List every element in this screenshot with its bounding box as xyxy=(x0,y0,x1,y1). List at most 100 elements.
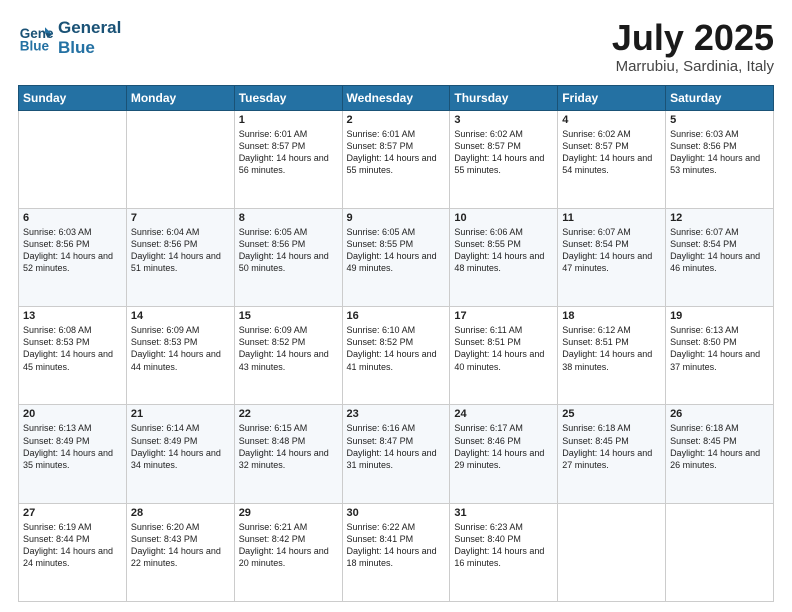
svg-text:Blue: Blue xyxy=(20,38,50,53)
day-number: 7 xyxy=(131,212,230,224)
day-number: 4 xyxy=(562,114,661,126)
day-number: 19 xyxy=(670,310,769,322)
day-number: 21 xyxy=(131,408,230,420)
day-number: 23 xyxy=(347,408,446,420)
weekday-header-friday: Friday xyxy=(558,85,666,110)
logo-blue: Blue xyxy=(58,38,121,58)
cell-content: Sunrise: 6:09 AM Sunset: 8:52 PM Dayligh… xyxy=(239,324,338,373)
logo-general: General xyxy=(58,18,121,38)
calendar-cell xyxy=(666,503,774,601)
day-number: 8 xyxy=(239,212,338,224)
weekday-header-row: SundayMondayTuesdayWednesdayThursdayFrid… xyxy=(19,85,774,110)
weekday-header-tuesday: Tuesday xyxy=(234,85,342,110)
calendar-cell: 22Sunrise: 6:15 AM Sunset: 8:48 PM Dayli… xyxy=(234,405,342,503)
cell-content: Sunrise: 6:05 AM Sunset: 8:56 PM Dayligh… xyxy=(239,226,338,275)
cell-content: Sunrise: 6:13 AM Sunset: 8:50 PM Dayligh… xyxy=(670,324,769,373)
cell-content: Sunrise: 6:22 AM Sunset: 8:41 PM Dayligh… xyxy=(347,521,446,570)
calendar-cell: 16 Sunrise: 6:10 AM Sunset: 8:52 PM Dayli… xyxy=(342,307,450,405)
cell-content: Sunrise: 6:20 AM Sunset: 8:43 PM Dayligh… xyxy=(131,521,230,570)
calendar-cell: 19 Sunrise: 6:13 AM Sunset: 8:50 PM Dayli… xyxy=(666,307,774,405)
subtitle: Marrubiu, Sardinia, Italy xyxy=(612,58,774,75)
day-number: 17 xyxy=(454,310,553,322)
calendar-cell: 7 Sunrise: 6:04 AM Sunset: 8:56 PM Daylig… xyxy=(126,208,234,306)
cell-content: Sunrise: 6:02 AM Sunset: 8:57 PM Dayligh… xyxy=(562,128,661,177)
calendar-cell: 31Sunrise: 6:23 AM Sunset: 8:40 PM Dayli… xyxy=(450,503,558,601)
day-number: 11 xyxy=(562,212,661,224)
title-block: July 2025 Marrubiu, Sardinia, Italy xyxy=(612,18,774,75)
calendar-cell: 1 Sunrise: 6:01 AM Sunset: 8:57 PM Daylig… xyxy=(234,110,342,208)
cell-content: Sunrise: 6:12 AM Sunset: 8:51 PM Dayligh… xyxy=(562,324,661,373)
cell-content: Sunrise: 6:18 AM Sunset: 8:45 PM Dayligh… xyxy=(562,422,661,471)
calendar-cell: 18 Sunrise: 6:12 AM Sunset: 8:51 PM Dayli… xyxy=(558,307,666,405)
cell-content: Sunrise: 6:21 AM Sunset: 8:42 PM Dayligh… xyxy=(239,521,338,570)
day-number: 10 xyxy=(454,212,553,224)
day-number: 29 xyxy=(239,507,338,519)
cell-content: Sunrise: 6:15 AM Sunset: 8:48 PM Dayligh… xyxy=(239,422,338,471)
cell-content: Sunrise: 6:08 AM Sunset: 8:53 PM Dayligh… xyxy=(23,324,122,373)
cell-content: Sunrise: 6:03 AM Sunset: 8:56 PM Dayligh… xyxy=(23,226,122,275)
cell-content: Sunrise: 6:05 AM Sunset: 8:55 PM Dayligh… xyxy=(347,226,446,275)
day-number: 12 xyxy=(670,212,769,224)
day-number: 5 xyxy=(670,114,769,126)
week-row-2: 6 Sunrise: 6:03 AM Sunset: 8:56 PM Daylig… xyxy=(19,208,774,306)
calendar-cell: 15 Sunrise: 6:09 AM Sunset: 8:52 PM Dayli… xyxy=(234,307,342,405)
cell-content: Sunrise: 6:13 AM Sunset: 8:49 PM Dayligh… xyxy=(23,422,122,471)
calendar-cell: 24 Sunrise: 6:17 AM Sunset: 8:46 PM Dayli… xyxy=(450,405,558,503)
calendar-cell: 17 Sunrise: 6:11 AM Sunset: 8:51 PM Dayli… xyxy=(450,307,558,405)
week-row-5: 27 Sunrise: 6:19 AM Sunset: 8:44 PM Dayli… xyxy=(19,503,774,601)
calendar-cell xyxy=(19,110,127,208)
calendar-cell: 12Sunrise: 6:07 AM Sunset: 8:54 PM Dayli… xyxy=(666,208,774,306)
calendar-cell: 2 Sunrise: 6:01 AM Sunset: 8:57 PM Daylig… xyxy=(342,110,450,208)
day-number: 14 xyxy=(131,310,230,322)
calendar-cell: 4 Sunrise: 6:02 AM Sunset: 8:57 PM Daylig… xyxy=(558,110,666,208)
calendar-cell: 30 Sunrise: 6:22 AM Sunset: 8:41 PM Dayli… xyxy=(342,503,450,601)
day-number: 28 xyxy=(131,507,230,519)
calendar-cell: 27 Sunrise: 6:19 AM Sunset: 8:44 PM Dayli… xyxy=(19,503,127,601)
calendar-cell: 11 Sunrise: 6:07 AM Sunset: 8:54 PM Dayli… xyxy=(558,208,666,306)
calendar-cell: 6 Sunrise: 6:03 AM Sunset: 8:56 PM Daylig… xyxy=(19,208,127,306)
day-number: 27 xyxy=(23,507,122,519)
cell-content: Sunrise: 6:17 AM Sunset: 8:46 PM Dayligh… xyxy=(454,422,553,471)
calendar-cell: 21 Sunrise: 6:14 AM Sunset: 8:49 PM Dayli… xyxy=(126,405,234,503)
day-number: 13 xyxy=(23,310,122,322)
cell-content: Sunrise: 6:03 AM Sunset: 8:56 PM Dayligh… xyxy=(670,128,769,177)
cell-content: Sunrise: 6:11 AM Sunset: 8:51 PM Dayligh… xyxy=(454,324,553,373)
cell-content: Sunrise: 6:23 AM Sunset: 8:40 PM Dayligh… xyxy=(454,521,553,570)
week-row-1: 1 Sunrise: 6:01 AM Sunset: 8:57 PM Daylig… xyxy=(19,110,774,208)
cell-content: Sunrise: 6:06 AM Sunset: 8:55 PM Dayligh… xyxy=(454,226,553,275)
day-number: 26 xyxy=(670,408,769,420)
cell-content: Sunrise: 6:19 AM Sunset: 8:44 PM Dayligh… xyxy=(23,521,122,570)
calendar-cell: 26 Sunrise: 6:18 AM Sunset: 8:45 PM Dayli… xyxy=(666,405,774,503)
weekday-header-thursday: Thursday xyxy=(450,85,558,110)
day-number: 1 xyxy=(239,114,338,126)
day-number: 30 xyxy=(347,507,446,519)
calendar-cell: 9Sunrise: 6:05 AM Sunset: 8:55 PM Daylig… xyxy=(342,208,450,306)
cell-content: Sunrise: 6:10 AM Sunset: 8:52 PM Dayligh… xyxy=(347,324,446,373)
calendar-cell: 13 Sunrise: 6:08 AM Sunset: 8:53 PM Dayli… xyxy=(19,307,127,405)
cell-content: Sunrise: 6:07 AM Sunset: 8:54 PM Dayligh… xyxy=(562,226,661,275)
cell-content: Sunrise: 6:14 AM Sunset: 8:49 PM Dayligh… xyxy=(131,422,230,471)
page: General Blue General Blue July 2025 Marr… xyxy=(0,0,792,612)
calendar-cell: 25Sunrise: 6:18 AM Sunset: 8:45 PM Dayli… xyxy=(558,405,666,503)
day-number: 2 xyxy=(347,114,446,126)
calendar-cell xyxy=(126,110,234,208)
day-number: 3 xyxy=(454,114,553,126)
logo: General Blue General Blue xyxy=(18,18,121,57)
calendar-cell: 8 Sunrise: 6:05 AM Sunset: 8:56 PM Daylig… xyxy=(234,208,342,306)
calendar-cell xyxy=(558,503,666,601)
day-number: 6 xyxy=(23,212,122,224)
weekday-header-wednesday: Wednesday xyxy=(342,85,450,110)
cell-content: Sunrise: 6:18 AM Sunset: 8:45 PM Dayligh… xyxy=(670,422,769,471)
calendar-cell: 28 Sunrise: 6:20 AM Sunset: 8:43 PM Dayli… xyxy=(126,503,234,601)
day-number: 18 xyxy=(562,310,661,322)
day-number: 15 xyxy=(239,310,338,322)
weekday-header-saturday: Saturday xyxy=(666,85,774,110)
weekday-header-monday: Monday xyxy=(126,85,234,110)
cell-content: Sunrise: 6:01 AM Sunset: 8:57 PM Dayligh… xyxy=(347,128,446,177)
cell-content: Sunrise: 6:04 AM Sunset: 8:56 PM Dayligh… xyxy=(131,226,230,275)
day-number: 16 xyxy=(347,310,446,322)
day-number: 24 xyxy=(454,408,553,420)
cell-content: Sunrise: 6:02 AM Sunset: 8:57 PM Dayligh… xyxy=(454,128,553,177)
cell-content: Sunrise: 6:01 AM Sunset: 8:57 PM Dayligh… xyxy=(239,128,338,177)
week-row-3: 13 Sunrise: 6:08 AM Sunset: 8:53 PM Dayli… xyxy=(19,307,774,405)
